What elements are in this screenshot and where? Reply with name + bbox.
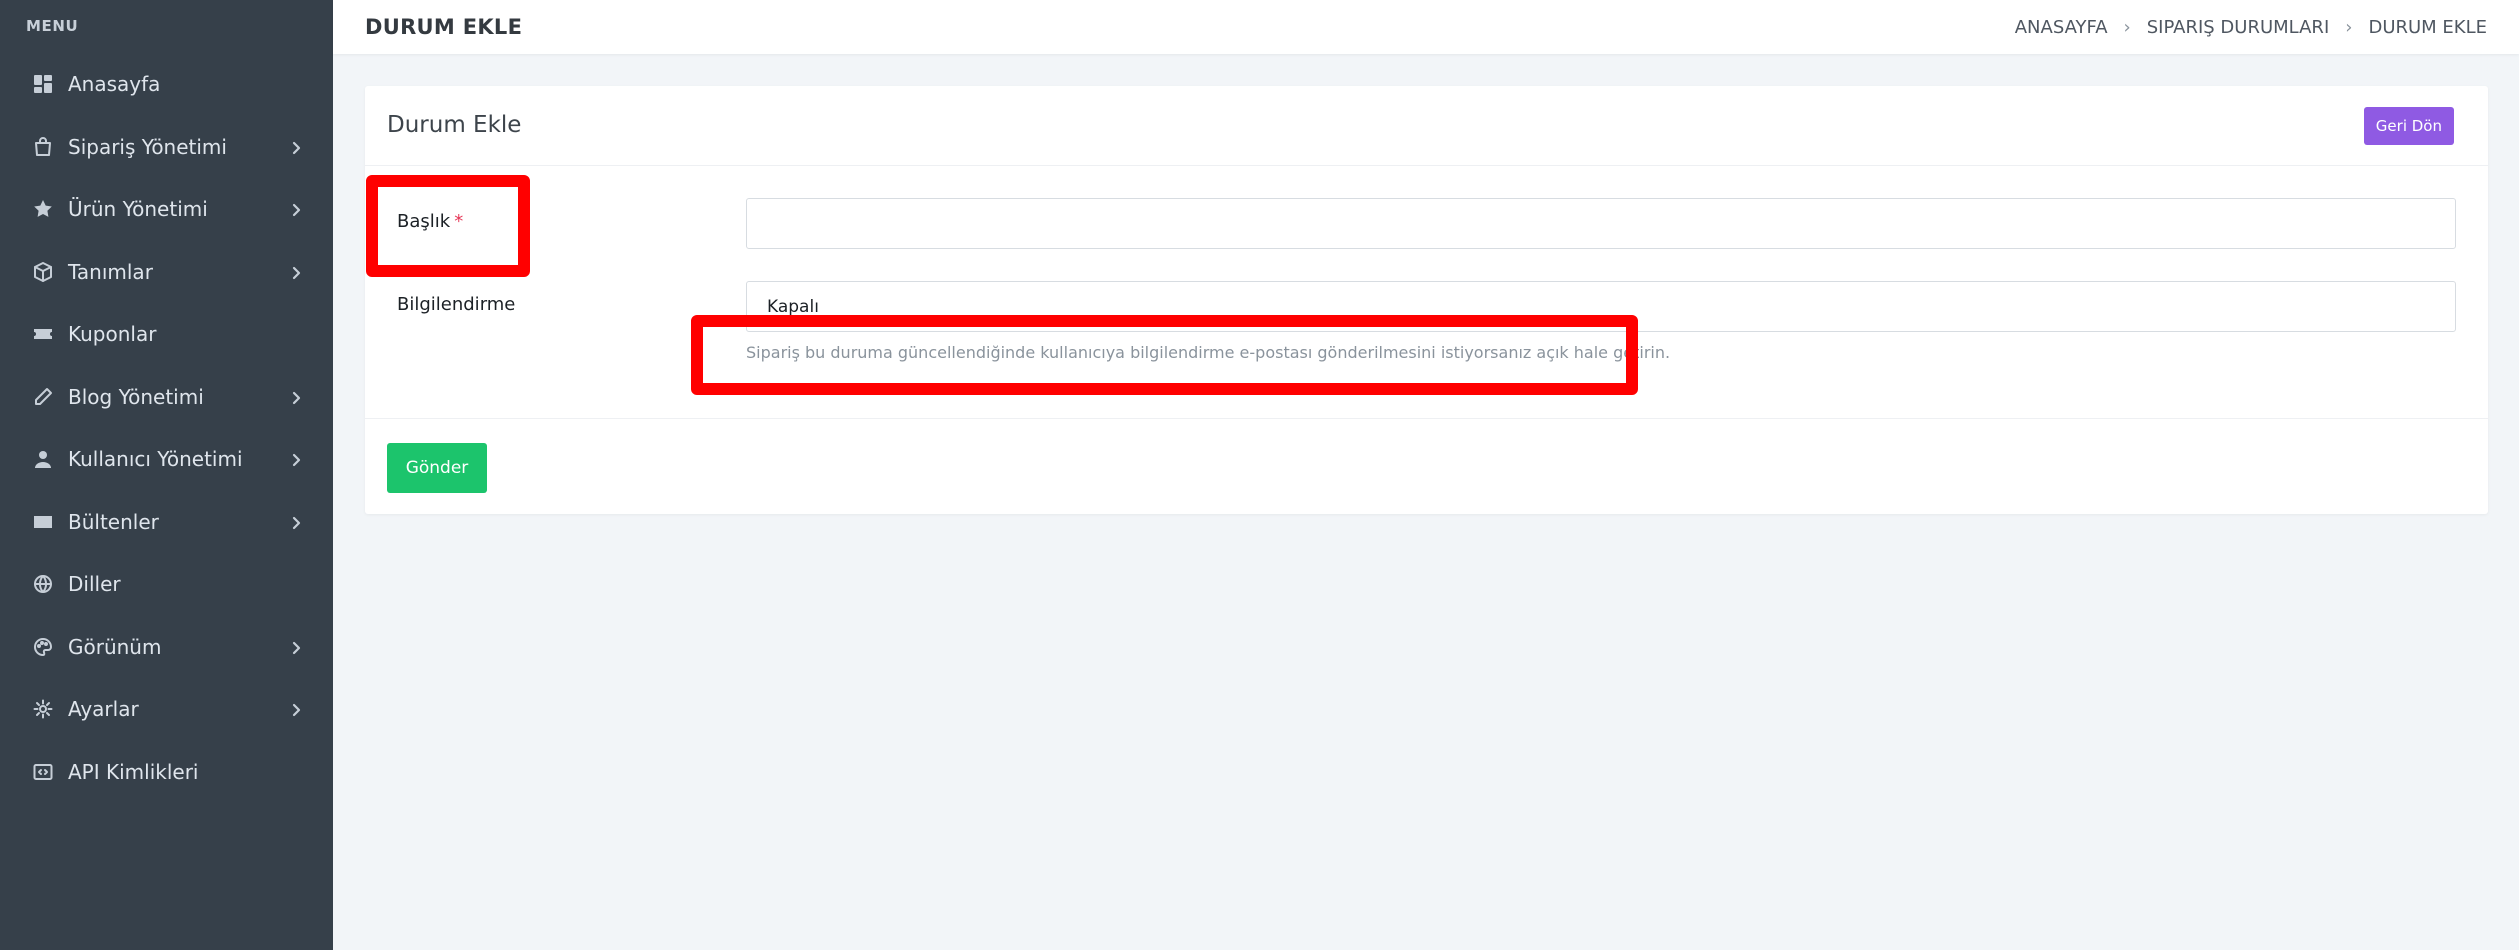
sidebar-item-tanimlar[interactable]: Tanımlar: [0, 241, 333, 303]
breadcrumb-item-current: DURUM EKLE: [2368, 17, 2487, 38]
sidebar: MENU Anasayfa Sipariş Yönetimi Ürün Yöne…: [0, 0, 333, 950]
sidebar-item-label: Bültenler: [68, 510, 159, 534]
sidebar-item-kuponlar[interactable]: Kuponlar: [0, 303, 333, 365]
ticket-icon: [32, 323, 54, 345]
submit-button[interactable]: Gönder: [387, 443, 487, 493]
code-icon: [32, 761, 54, 783]
sidebar-item-blog-yonetimi[interactable]: Blog Yönetimi: [0, 366, 333, 428]
breadcrumb-separator-icon: ›: [2123, 17, 2131, 38]
sidebar-item-label: Diller: [68, 572, 121, 596]
notify-field-label: Bilgilendirme: [397, 294, 516, 315]
page-title: DURUM EKLE: [365, 15, 523, 39]
highlight-box-help-text: [691, 315, 1638, 395]
sidebar-item-urun-yonetimi[interactable]: Ürün Yönetimi: [0, 178, 333, 240]
sidebar-item-siparis-yonetimi[interactable]: Sipariş Yönetimi: [0, 116, 333, 178]
status-form-card: Durum Ekle Geri Dön Başlık * Bilgilendirm…: [365, 86, 2488, 514]
title-input[interactable]: [746, 198, 2456, 249]
chevron-right-icon: [289, 265, 303, 280]
chevron-right-icon: [289, 702, 303, 717]
shopping-bag-icon: [32, 136, 54, 158]
globe-icon: [32, 573, 54, 595]
sidebar-item-anasayfa[interactable]: Anasayfa: [0, 53, 333, 115]
breadcrumb-item-home[interactable]: ANASAYFA: [2015, 17, 2108, 38]
breadcrumb: ANASAYFA › SIPARIŞ DURUMLARI › DURUM EKL…: [2015, 17, 2487, 38]
card-title: Durum Ekle: [387, 112, 522, 138]
chevron-right-icon: [289, 390, 303, 405]
breadcrumb-item-order-statuses[interactable]: SIPARIŞ DURUMLARI: [2147, 17, 2330, 38]
sidebar-item-gorunum[interactable]: Görünüm: [0, 616, 333, 678]
sidebar-item-api-kimlikleri[interactable]: API Kimlikleri: [0, 741, 333, 803]
box-icon: [32, 261, 54, 283]
highlight-box-title-label: [366, 175, 530, 277]
dashboard-icon: [32, 73, 54, 95]
chevron-right-icon: [289, 140, 303, 155]
sidebar-item-diller[interactable]: Diller: [0, 553, 333, 615]
sidebar-item-bultenler[interactable]: Bültenler: [0, 491, 333, 553]
sidebar-item-label: API Kimlikleri: [68, 760, 199, 784]
sidebar-item-label: Tanımlar: [68, 260, 153, 284]
menu-title: MENU: [26, 17, 79, 35]
palette-icon: [32, 636, 54, 658]
envelope-icon: [32, 511, 54, 533]
sidebar-item-label: Kuponlar: [68, 322, 157, 346]
sidebar-item-label: Anasayfa: [68, 72, 161, 96]
chevron-right-icon: [289, 202, 303, 217]
chevron-right-icon: [289, 640, 303, 655]
topbar: DURUM EKLE ANASAYFA › SIPARIŞ DURUMLARI …: [333, 0, 2519, 54]
card-divider: [365, 418, 2488, 419]
sidebar-item-label: Görünüm: [68, 635, 162, 659]
breadcrumb-separator-icon: ›: [2345, 17, 2353, 38]
sidebar-item-label: Ayarlar: [68, 697, 139, 721]
star-icon: [32, 198, 54, 220]
sidebar-item-label: Ürün Yönetimi: [68, 197, 208, 221]
sidebar-item-label: Blog Yönetimi: [68, 385, 204, 409]
chevron-right-icon: [289, 515, 303, 530]
back-button[interactable]: Geri Dön: [2363, 107, 2454, 145]
pencil-icon: [32, 386, 54, 408]
sidebar-item-label: Kullanıcı Yönetimi: [68, 447, 243, 471]
sidebar-item-ayarlar[interactable]: Ayarlar: [0, 678, 333, 740]
user-icon: [32, 448, 54, 470]
sidebar-item-label: Sipariş Yönetimi: [68, 135, 227, 159]
card-header: Durum Ekle Geri Dön: [365, 86, 2488, 166]
sidebar-item-kullanici-yonetimi[interactable]: Kullanıcı Yönetimi: [0, 428, 333, 490]
gear-icon: [32, 698, 54, 720]
chevron-right-icon: [289, 452, 303, 467]
